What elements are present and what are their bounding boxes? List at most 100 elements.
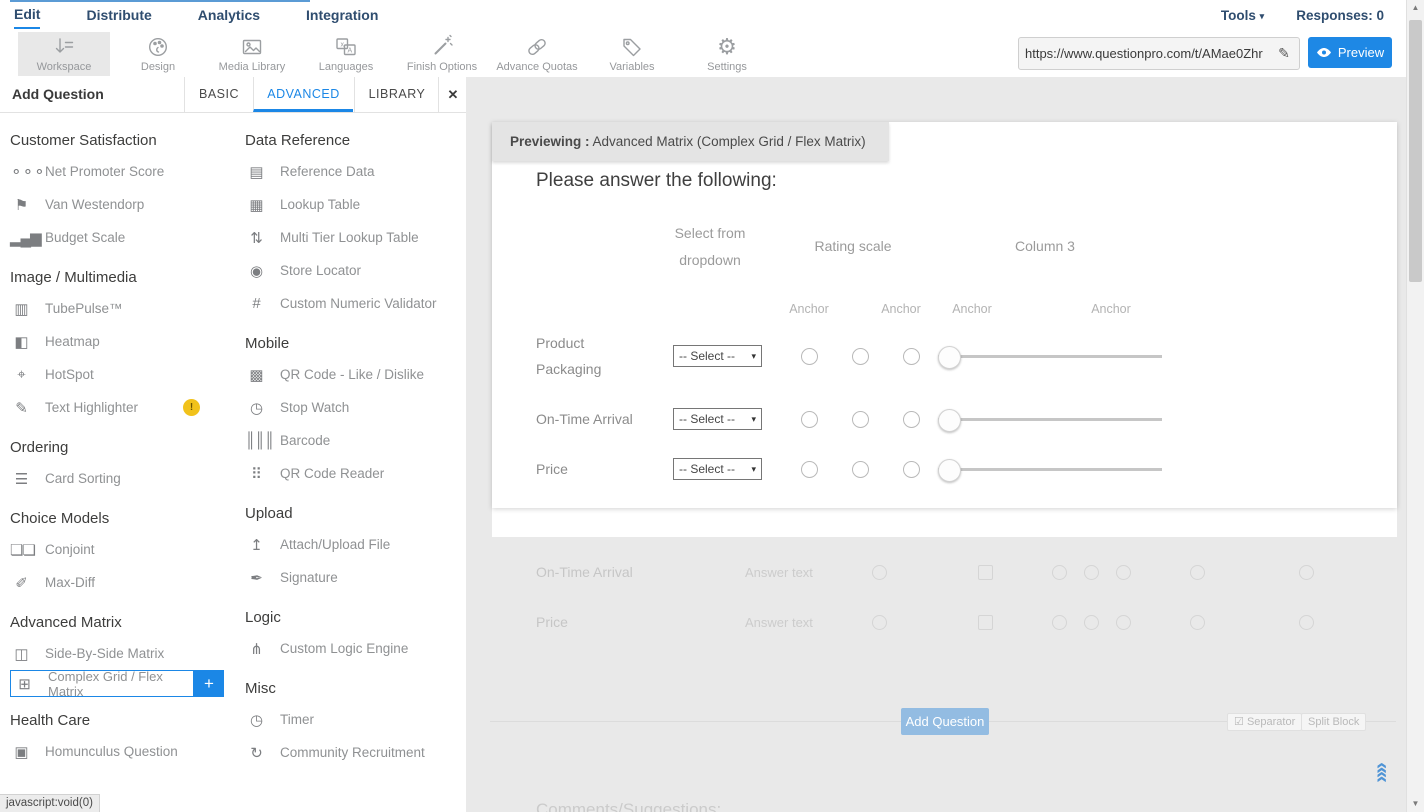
item-complex-grid-flex-matrix[interactable]: ⊞ Complex Grid / Flex Matrix bbox=[10, 670, 194, 697]
editor-main-area: On-Time Arrival Answer text Price Answer… bbox=[466, 77, 1407, 812]
item-store-locator[interactable]: ◉ Store Locator bbox=[245, 254, 463, 287]
panel-header: Add Question BASIC ADVANCED LIBRARY ✕ bbox=[0, 77, 466, 113]
toolbar-languages[interactable]: xA Languages bbox=[300, 32, 392, 76]
item-signature[interactable]: ✒ Signature bbox=[245, 561, 463, 594]
toolbar-workspace[interactable]: Workspace bbox=[18, 32, 110, 76]
nav-integration[interactable]: Integration bbox=[306, 2, 378, 28]
row3-rating-radio-2[interactable] bbox=[852, 461, 869, 478]
complex-grid-icon: ⊞ bbox=[13, 675, 35, 693]
toolbar-media-library[interactable]: Media Library bbox=[206, 32, 298, 76]
tab-library[interactable]: LIBRARY bbox=[354, 77, 439, 112]
item-card-sorting[interactable]: ☰ Card Sorting bbox=[10, 462, 238, 495]
slider-handle[interactable] bbox=[938, 459, 961, 482]
scrollbar-thumb[interactable] bbox=[1409, 20, 1422, 282]
item-reference-data[interactable]: ▤ Reference Data bbox=[245, 155, 463, 188]
row3-rating-radio-1[interactable] bbox=[801, 461, 818, 478]
section-heading: Misc bbox=[245, 680, 463, 697]
add-selected-question-button[interactable]: + bbox=[194, 670, 224, 697]
item-community-recruitment[interactable]: ↻ Community Recruitment bbox=[245, 736, 463, 769]
item-tubepulse[interactable]: ▥ TubePulse™ bbox=[10, 292, 238, 325]
item-homunculus-question[interactable]: ▣ Homunculus Question bbox=[10, 735, 238, 768]
toolbar-variables[interactable]: Variables bbox=[586, 32, 678, 76]
item-heatmap[interactable]: ◧ Heatmap bbox=[10, 325, 238, 358]
anchor-label: Anchor bbox=[871, 302, 931, 316]
item-qr-code-like-dislike[interactable]: ▩ QR Code - Like / Dislike bbox=[245, 358, 463, 391]
scrollbar-down-arrow-icon[interactable]: ▼ bbox=[1407, 796, 1424, 812]
separator-toggle[interactable]: ☑ Separator bbox=[1227, 713, 1302, 731]
add-question-button[interactable]: Add Question bbox=[901, 708, 989, 735]
item-lookup-table[interactable]: ▦ Lookup Table bbox=[245, 188, 463, 221]
item-barcode[interactable]: ║║║ Barcode bbox=[245, 424, 463, 457]
responses-count[interactable]: Responses: 0 bbox=[1296, 8, 1384, 23]
nav-distribute[interactable]: Distribute bbox=[86, 2, 151, 28]
reference-data-icon: ▤ bbox=[245, 163, 267, 181]
item-custom-logic-engine[interactable]: ⋔ Custom Logic Engine bbox=[245, 632, 463, 665]
row1-rating-radio-2[interactable] bbox=[852, 348, 869, 365]
dim-radio bbox=[1299, 565, 1314, 580]
row3-rating-radio-3[interactable] bbox=[903, 461, 920, 478]
item-stop-watch[interactable]: ◷ Stop Watch bbox=[245, 391, 463, 424]
dim-radio bbox=[1190, 615, 1205, 630]
row1-slider[interactable] bbox=[938, 346, 1162, 367]
slider-handle[interactable] bbox=[938, 346, 961, 369]
numeric-validator-icon: # bbox=[245, 295, 267, 312]
toolbar-settings[interactable]: ⚙ Settings bbox=[681, 32, 773, 76]
page-scrollbar[interactable]: ▲ ▼ bbox=[1406, 0, 1424, 812]
section-heading: Health Care bbox=[10, 712, 238, 729]
tools-dropdown[interactable]: Tools ▾ bbox=[1221, 8, 1264, 23]
section-heading: Advanced Matrix bbox=[10, 614, 238, 631]
tab-advanced[interactable]: ADVANCED bbox=[253, 77, 353, 112]
item-net-promoter-score[interactable]: ⚬⚬⚬ Net Promoter Score bbox=[10, 155, 238, 188]
panel-title: Add Question bbox=[12, 77, 104, 112]
survey-url-input[interactable] bbox=[1019, 46, 1269, 61]
toolbar-finish-options[interactable]: Finish Options bbox=[396, 32, 488, 76]
anchor-label: Anchor bbox=[779, 302, 839, 316]
dim-radio bbox=[1299, 615, 1314, 630]
row2-slider[interactable] bbox=[938, 409, 1162, 430]
item-custom-numeric-validator[interactable]: # Custom Numeric Validator bbox=[245, 287, 463, 320]
workspace-icon bbox=[18, 34, 110, 60]
row3-select-dropdown[interactable]: -- Select -- ▾ bbox=[673, 458, 762, 480]
scrollbar-up-arrow-icon[interactable]: ▲ bbox=[1407, 0, 1424, 16]
slider-handle[interactable] bbox=[938, 409, 961, 432]
close-icon[interactable]: ✕ bbox=[438, 77, 467, 112]
row1-select-dropdown[interactable]: -- Select -- ▾ bbox=[673, 345, 762, 367]
item-text-highlighter[interactable]: ✎ Text Highlighter ! bbox=[10, 391, 238, 424]
item-side-by-side-matrix[interactable]: ◫ Side-By-Side Matrix bbox=[10, 637, 238, 670]
nav-analytics[interactable]: Analytics bbox=[198, 2, 260, 28]
row2-rating-radio-3[interactable] bbox=[903, 411, 920, 428]
item-qr-code-reader[interactable]: ⠿ QR Code Reader bbox=[245, 457, 463, 490]
item-attach-upload-file[interactable]: ↥ Attach/Upload File bbox=[245, 528, 463, 561]
row3-slider[interactable] bbox=[938, 459, 1162, 480]
tab-basic[interactable]: BASIC bbox=[184, 77, 253, 112]
item-hotspot[interactable]: ⌖ HotSpot bbox=[10, 358, 238, 391]
scroll-to-top-button[interactable]: « « bbox=[1376, 761, 1400, 785]
toolbar-design[interactable]: Design bbox=[112, 32, 204, 76]
row2-rating-radio-2[interactable] bbox=[852, 411, 869, 428]
section-heading: Ordering bbox=[10, 439, 238, 456]
preview-label: Preview bbox=[1338, 45, 1384, 60]
stopwatch-icon: ◷ bbox=[245, 399, 267, 417]
matrix-row-label: On-Time Arrival bbox=[536, 406, 633, 432]
section-heading: Data Reference bbox=[245, 132, 463, 149]
row2-select-dropdown[interactable]: -- Select -- ▾ bbox=[673, 408, 762, 430]
item-van-westendorp[interactable]: ⚑ Van Westendorp bbox=[10, 188, 238, 221]
preview-button[interactable]: Preview bbox=[1308, 37, 1392, 68]
heatmap-icon: ◧ bbox=[10, 333, 32, 351]
item-budget-scale[interactable]: ▂▄▆ Budget Scale bbox=[10, 221, 238, 254]
split-block-button[interactable]: Split Block bbox=[1301, 713, 1366, 731]
design-icon bbox=[112, 34, 204, 60]
nav-edit[interactable]: Edit bbox=[14, 1, 40, 29]
item-timer[interactable]: ◷ Timer bbox=[245, 703, 463, 736]
variables-icon bbox=[586, 34, 678, 60]
row2-rating-radio-1[interactable] bbox=[801, 411, 818, 428]
item-conjoint[interactable]: ❏❏ Conjoint bbox=[10, 533, 238, 566]
row1-rating-radio-1[interactable] bbox=[801, 348, 818, 365]
edit-url-pencil-icon[interactable]: ✎ bbox=[1269, 45, 1299, 62]
row1-rating-radio-3[interactable] bbox=[903, 348, 920, 365]
svg-text:x: x bbox=[340, 41, 344, 48]
item-multi-tier-lookup-table[interactable]: ⇅ Multi Tier Lookup Table bbox=[245, 221, 463, 254]
item-max-diff[interactable]: ✐ Max-Diff bbox=[10, 566, 238, 599]
maxdiff-wand-icon: ✐ bbox=[10, 574, 32, 592]
toolbar-advance-quotas[interactable]: Advance Quotas bbox=[491, 32, 583, 76]
